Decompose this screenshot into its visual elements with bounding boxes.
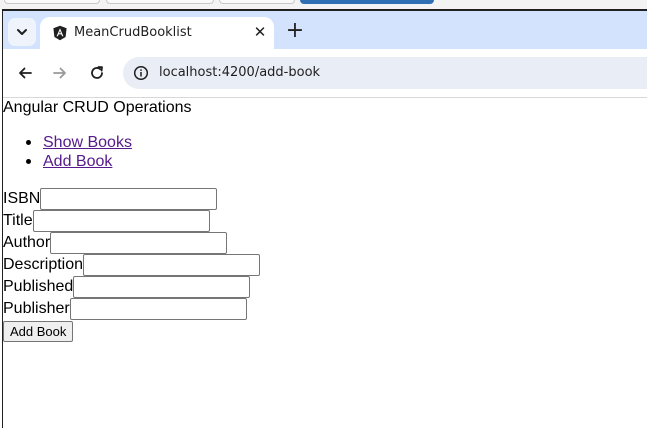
- form-row-description: Description: [3, 254, 261, 276]
- back-button[interactable]: [15, 63, 35, 83]
- title-input[interactable]: [32, 210, 210, 232]
- author-input[interactable]: [50, 232, 228, 254]
- reload-icon: [91, 66, 103, 79]
- taskbar-item[interactable]: [106, 0, 214, 4]
- taskbar-item[interactable]: [4, 0, 100, 4]
- tab-search-button[interactable]: [8, 18, 36, 46]
- nav-item-show-books: Show Books: [3, 133, 132, 152]
- chevron-down-icon: [17, 29, 27, 35]
- browser-toolbar: localhost:4200/add-book: [3, 49, 647, 98]
- add-book-button[interactable]: Add Book: [3, 321, 74, 342]
- description-input[interactable]: [83, 254, 261, 276]
- tab-active[interactable]: MeanCrudBooklist ✕: [40, 17, 274, 49]
- tab-strip: MeanCrudBooklist ✕ +: [3, 11, 647, 49]
- publisher-input[interactable]: [69, 298, 247, 320]
- description-label: Description: [3, 256, 84, 273]
- browser-window: MeanCrudBooklist ✕ + localhost:4200/add-…: [2, 9, 647, 428]
- form-row-isbn: ISBN: [3, 188, 260, 210]
- title-label: Title: [3, 212, 33, 229]
- nav-list: Show Books Add Book: [3, 133, 132, 171]
- author-label: Author: [3, 234, 51, 251]
- taskbar-item-active[interactable]: [300, 0, 434, 4]
- form-row-author: Author: [3, 232, 260, 254]
- form-row-publisher: Publisher: [3, 298, 260, 320]
- form-row-title: Title: [3, 210, 260, 232]
- back-arrow-icon: [19, 67, 32, 79]
- publisher-label: Publisher: [3, 300, 70, 317]
- close-icon[interactable]: ✕: [252, 23, 268, 41]
- angular-logo-icon: [53, 25, 67, 41]
- published-label: Published: [3, 278, 74, 295]
- tab-title: MeanCrudBooklist: [74, 25, 192, 40]
- forward-arrow-icon: [53, 67, 66, 79]
- address-bar[interactable]: localhost:4200/add-book: [123, 57, 647, 89]
- url-text[interactable]: localhost:4200/add-book: [159, 65, 320, 80]
- add-book-form: ISBN Title Author Description Published …: [3, 188, 261, 342]
- plus-icon[interactable]: +: [284, 20, 306, 42]
- page-title: Angular CRUD Operations: [3, 99, 192, 116]
- page-content: Angular CRUD Operations Show Books Add B…: [3, 98, 646, 428]
- reload-button[interactable]: [87, 63, 107, 83]
- isbn-label: ISBN: [3, 190, 41, 207]
- nav-item-add-book: Add Book: [3, 152, 132, 171]
- isbn-input[interactable]: [40, 188, 218, 210]
- taskbar-item[interactable]: [219, 0, 295, 4]
- add-book-link[interactable]: Add Book: [43, 153, 112, 170]
- show-books-link[interactable]: Show Books: [43, 134, 132, 151]
- info-icon[interactable]: [133, 65, 149, 81]
- published-input[interactable]: [73, 276, 251, 298]
- form-row-published: Published: [3, 276, 260, 298]
- forward-button[interactable]: [50, 63, 70, 83]
